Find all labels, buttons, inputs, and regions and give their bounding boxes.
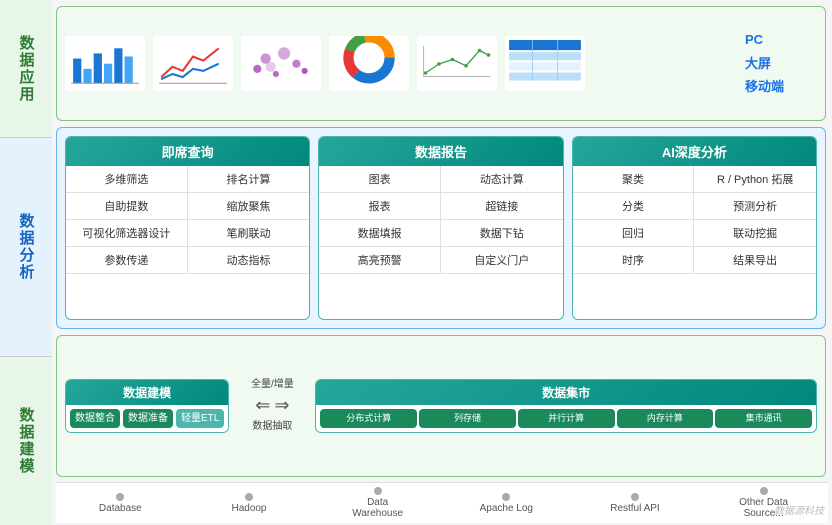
chart-thumbnails (65, 36, 739, 91)
content-area: PC 大屏 移动端 即席查询 多维筛选 排名计算 自助提数 缩放聚焦 可视化筛选… (52, 0, 832, 525)
arrow-top-text: 全量/增量 (251, 377, 294, 392)
chart-combo (417, 36, 497, 91)
card-report-body: 图表 动态计算 报表 超链接 数据填报 数据下钻 高亮预警 自定义门户 (319, 166, 562, 274)
source-database-label: Database (99, 503, 142, 514)
card-ai-body: 聚类 R / Python 拓展 分类 预测分析 回归 联动挖掘 时序 结果导出 (573, 166, 816, 274)
cell-2-1: R / Python 拓展 (694, 166, 816, 193)
left-labels: 数据应用 数据分析 数据建模 (0, 0, 52, 525)
cell-1-6: 高亮预警 (319, 247, 441, 274)
tag-distributed: 分布式计算 (320, 409, 417, 428)
card-adhoc-query: 即席查询 多维筛选 排名计算 自助提数 缩放聚焦 可视化筛选器设计 笔刷联动 参… (65, 136, 310, 320)
cell-0-1: 排名计算 (188, 166, 310, 193)
cell-0-5: 笔刷联动 (188, 220, 310, 247)
label-pc: PC (745, 28, 763, 51)
source-hadoop: Hadoop (209, 487, 289, 519)
arrow-left-icon: ⇐ (255, 395, 270, 416)
arrow-section: 全量/增量 ⇐ ⇒ 数据抽取 (237, 377, 307, 434)
cell-0-4: 可视化筛选器设计 (66, 220, 188, 247)
card-adhoc-title: 即席查询 (66, 137, 309, 166)
market-card-body: 分布式计算 列存储 并行计算 内存计算 集市通讯 (316, 405, 816, 432)
cell-0-2: 自助提数 (66, 193, 188, 220)
card-report-title: 数据报告 (319, 137, 562, 166)
bottom-sources: Database Hadoop Data Warehouse Apache Lo… (56, 482, 828, 523)
section-data-app: PC 大屏 移动端 (56, 6, 826, 121)
cell-2-6: 时序 (573, 247, 695, 274)
cell-2-4: 回归 (573, 220, 695, 247)
build-card: 数据建模 数据整合 数据准备 轻量ETL (65, 379, 229, 433)
cell-1-0: 图表 (319, 166, 441, 193)
cell-2-2: 分类 (573, 193, 695, 220)
tag-memory: 内存计算 (617, 409, 714, 428)
source-hadoop-label: Hadoop (231, 503, 266, 514)
cell-2-7: 结果导出 (694, 247, 816, 274)
tag-column-store: 列存储 (419, 409, 516, 428)
tag-etl: 轻量ETL (176, 409, 224, 428)
chart-scatter (241, 36, 321, 91)
chart-bar (65, 36, 145, 91)
database-icon (116, 493, 124, 501)
left-label-data-build: 数据建模 (0, 357, 52, 525)
build-card-title: 数据建模 (66, 380, 228, 405)
chart-table (505, 36, 585, 91)
right-pc-section: PC 大屏 移动端 (745, 28, 817, 98)
arrow-bottom-text: 数据抽取 (252, 419, 292, 434)
left-label-data-analysis: 数据分析 (0, 138, 52, 357)
label-bigscreen: 大屏 (745, 52, 771, 75)
source-apache-label: Apache Log (480, 503, 533, 514)
section-data-analysis: 即席查询 多维筛选 排名计算 自助提数 缩放聚焦 可视化筛选器设计 笔刷联动 参… (56, 127, 826, 329)
restful-icon (631, 493, 639, 501)
card-data-report: 数据报告 图表 动态计算 报表 超链接 数据填报 数据下钻 高亮预警 自定义门户 (318, 136, 563, 320)
build-card-body: 数据整合 数据准备 轻量ETL (66, 405, 228, 432)
source-warehouse: Data Warehouse (338, 487, 418, 519)
tag-parallel: 并行计算 (518, 409, 615, 428)
watermark: 数据源科技 (774, 502, 824, 517)
cell-1-2: 报表 (319, 193, 441, 220)
apache-icon (502, 493, 510, 501)
warehouse-icon (374, 487, 382, 495)
source-database: Database (80, 487, 160, 519)
source-restful: Restful API (595, 487, 675, 519)
tag-data-prep: 数据准备 (123, 409, 173, 428)
tag-data-merge: 数据整合 (70, 409, 120, 428)
source-restful-label: Restful API (610, 503, 659, 514)
chart-line (153, 36, 233, 91)
cell-1-7: 自定义门户 (441, 247, 563, 274)
chart-donut (329, 36, 409, 91)
cell-0-0: 多维筛选 (66, 166, 188, 193)
cell-0-7: 动态指标 (188, 247, 310, 274)
arrow-right-icon: ⇒ (274, 395, 289, 416)
market-card-title: 数据集市 (316, 380, 816, 405)
main-wrapper: 数据应用 数据分析 数据建模 (0, 0, 832, 525)
cell-2-3: 预测分析 (694, 193, 816, 220)
left-label-data-app: 数据应用 (0, 0, 52, 138)
cell-1-4: 数据填报 (319, 220, 441, 247)
section-data-build: 数据建模 数据整合 数据准备 轻量ETL 全量/增量 ⇐ ⇒ 数据抽取 数据集市 (56, 335, 826, 477)
other-icon (760, 487, 768, 495)
card-ai-analysis: AI深度分析 聚类 R / Python 拓展 分类 预测分析 回归 联动挖掘 … (572, 136, 817, 320)
market-card: 数据集市 分布式计算 列存储 并行计算 内存计算 集市通讯 (315, 379, 817, 433)
source-warehouse-label: Data Warehouse (352, 497, 403, 519)
cell-1-1: 动态计算 (441, 166, 563, 193)
tag-market-comm: 集市通讯 (715, 409, 812, 428)
card-ai-title: AI深度分析 (573, 137, 816, 166)
source-apache-log: Apache Log (466, 487, 546, 519)
card-adhoc-body: 多维筛选 排名计算 自助提数 缩放聚焦 可视化筛选器设计 笔刷联动 参数传递 动… (66, 166, 309, 274)
cell-0-6: 参数传递 (66, 247, 188, 274)
cell-0-3: 缩放聚焦 (188, 193, 310, 220)
label-mobile: 移动端 (745, 75, 784, 98)
cell-2-0: 聚类 (573, 166, 695, 193)
cell-1-3: 超链接 (441, 193, 563, 220)
cell-1-5: 数据下钻 (441, 220, 563, 247)
hadoop-icon (245, 493, 253, 501)
cell-2-5: 联动挖掘 (694, 220, 816, 247)
